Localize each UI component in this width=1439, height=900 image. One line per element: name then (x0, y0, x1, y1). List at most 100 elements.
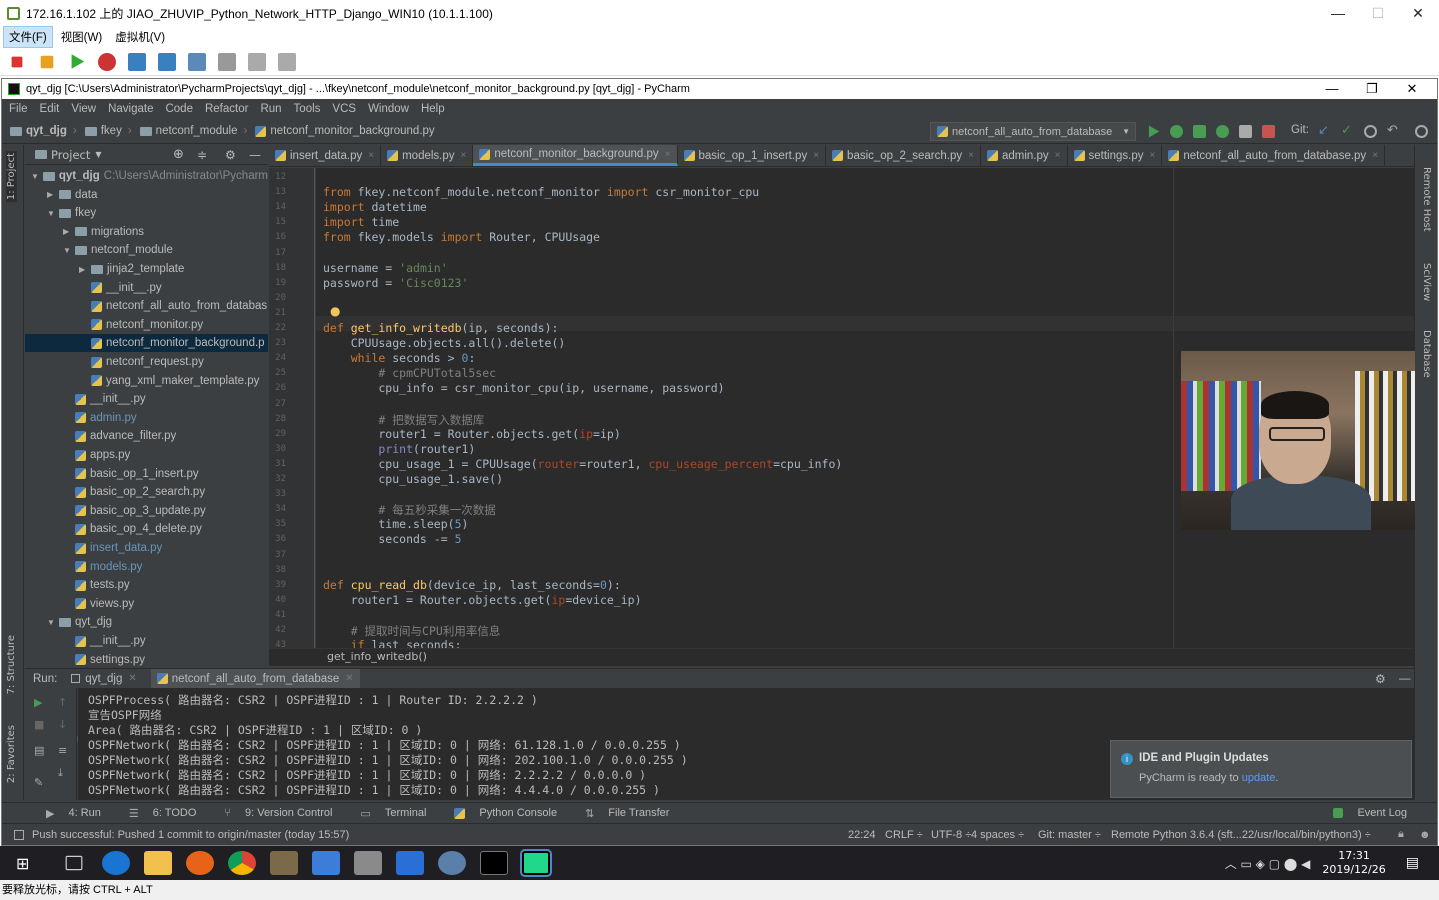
project-tool-button[interactable]: 1: Project (6, 151, 17, 203)
tree-file[interactable]: basic_op_2_search.py (25, 483, 268, 501)
firefox-icon[interactable] (186, 851, 214, 875)
menu-help[interactable]: Help (416, 103, 450, 115)
pycharm-taskbar-icon[interactable] (520, 849, 552, 877)
editor-tab[interactable]: basic_op_2_search.py × (826, 145, 981, 166)
concurrency-icon[interactable] (1239, 125, 1252, 138)
code-line[interactable]: cpu_usage_1 = CPUUsage(router=router1, c… (323, 457, 842, 471)
breadcrumb-netconf-module[interactable]: netconf_module (139, 125, 238, 137)
menu-vcs[interactable]: VCS (327, 103, 361, 115)
tree-file[interactable]: settings.py (25, 651, 268, 669)
expand-down-icon[interactable]: ▼ (47, 618, 59, 627)
run-icon[interactable] (1148, 125, 1160, 138)
favorites-tool-button[interactable]: 2: Favorites (6, 725, 17, 783)
event-log-button[interactable]: Event Log (1323, 807, 1407, 819)
stop-icon[interactable] (11, 56, 23, 67)
power-on-icon[interactable] (71, 54, 85, 69)
editor-tab[interactable]: basic_op_1_insert.py × (678, 145, 827, 166)
code-line[interactable]: import datetime (323, 200, 427, 214)
tree-file[interactable]: basic_op_3_update.py (25, 502, 268, 520)
code-line[interactable]: print(router1) (323, 442, 475, 456)
inspector-icon[interactable]: ☻︎ (1419, 829, 1431, 841)
run-tab-netconf[interactable]: netconf_all_auto_from_database ✕ (150, 669, 360, 688)
tree-file[interactable]: __init__.py (25, 279, 268, 297)
scroll-up-icon[interactable]: ↑ (58, 696, 67, 709)
vm-menu-file[interactable]: 文件(F) (3, 26, 53, 48)
expand-right-icon[interactable]: ▶ (47, 190, 59, 199)
code-breadcrumb[interactable]: get_info_writedb() (269, 648, 1414, 666)
code-line[interactable]: username = 'admin' (323, 261, 448, 275)
menu-edit[interactable]: Edit (35, 103, 65, 115)
expand-down-icon[interactable]: ▼ (63, 246, 75, 255)
tree-file[interactable]: models.py (25, 558, 268, 576)
git-update-icon[interactable]: ↙ (1318, 122, 1331, 137)
tree-folder[interactable]: ▼ fkey (25, 204, 268, 222)
collapse-icon[interactable]: ≑ (197, 148, 207, 162)
menu-view[interactable]: View (66, 103, 101, 115)
tree-file[interactable]: views.py (25, 595, 268, 613)
code-line[interactable]: CPUUsage.objects.all().delete() (323, 336, 566, 350)
app-icon-network[interactable] (312, 851, 340, 875)
tool-file-transfer[interactable]: ⇅ File Transfer (575, 807, 669, 820)
close-tab-icon[interactable]: × (1149, 150, 1155, 161)
revert-snapshot-icon[interactable] (158, 52, 176, 71)
vm-menu-vm[interactable]: 虚拟机(V) (110, 27, 170, 47)
close-icon[interactable]: ✕ (1398, 0, 1438, 26)
menu-refactor[interactable]: Refactor (200, 103, 253, 115)
hide-icon[interactable]: — (249, 148, 261, 162)
console-icon[interactable] (218, 52, 236, 71)
tree-file[interactable]: netconf_request.py (25, 353, 268, 371)
editor-tab[interactable]: settings.py × (1068, 145, 1163, 166)
chrome-icon[interactable] (228, 851, 256, 875)
tree-file[interactable]: yang_xml_maker_template.py (25, 372, 268, 390)
app-icon-azure[interactable] (396, 851, 424, 875)
tool-version-control[interactable]: ⑂ 9: Version Control (214, 807, 332, 819)
reset-icon[interactable] (98, 52, 116, 71)
task-view-icon[interactable] (65, 855, 83, 871)
remote-host-tool-button[interactable]: Remote Host (1421, 167, 1432, 232)
close-tab-icon[interactable]: × (461, 150, 467, 161)
tree-file[interactable]: tests.py (25, 576, 268, 594)
code-line[interactable]: router1 = Router.objects.get(ip=device_i… (323, 593, 642, 607)
lightbulb-icon[interactable]: ● (330, 304, 340, 318)
code-line[interactable]: while seconds > 0: (323, 351, 476, 365)
tool-run[interactable]: ▶ 4: Run (36, 807, 101, 820)
tools-icon[interactable] (278, 52, 296, 71)
close-tab-icon[interactable]: ✕ (345, 673, 353, 684)
menu-tools[interactable]: Tools (289, 103, 326, 115)
editor-tab[interactable]: insert_data.py × (269, 145, 382, 166)
tree-file[interactable]: netconf_all_auto_from_databas (25, 297, 268, 315)
run-gear-icon[interactable]: ⚙ (1375, 672, 1386, 686)
python-interpreter[interactable]: Remote Python 3.6.4 (sft...22/usr/local/… (1111, 829, 1371, 841)
rollback-icon[interactable]: ↶ (1387, 122, 1400, 137)
close-tab-icon[interactable]: × (1372, 150, 1378, 161)
pycharm-minimize-icon[interactable]: — (1312, 79, 1352, 99)
chevron-down-icon[interactable]: ▼ (95, 150, 101, 159)
code-line[interactable]: # 把数据写入数据库 (323, 412, 484, 428)
expand-right-icon[interactable]: ▶ (79, 265, 91, 274)
tree-folder[interactable]: ▼ qyt_djg (25, 613, 268, 631)
tree-file[interactable]: __init__.py (25, 632, 268, 650)
expand-down-icon[interactable]: ▼ (31, 172, 43, 181)
menu-code[interactable]: Code (160, 103, 198, 115)
snapshot-icon[interactable] (128, 52, 146, 71)
menu-run[interactable]: Run (255, 103, 286, 115)
tree-file[interactable]: admin.py (25, 409, 268, 427)
code-line[interactable]: from fkey.netconf_module.netconf_monitor… (323, 185, 759, 199)
settings-icon[interactable] (248, 52, 266, 71)
search-icon[interactable] (1415, 125, 1428, 138)
tree-folder[interactable]: ▶ migrations (25, 223, 268, 241)
tool-python-console[interactable]: Python Console (444, 807, 557, 819)
run-tab-qyt-djg[interactable]: qyt_djg ✕ (71, 673, 137, 685)
database-tool-button[interactable]: Database (1421, 330, 1432, 378)
debug-icon[interactable] (1170, 125, 1183, 138)
tree-file[interactable]: basic_op_1_insert.py (25, 465, 268, 483)
tray-icons[interactable]: ︿ ▭ ◈ ▢ ⬤ ◀︎ (1225, 855, 1311, 872)
caret-position[interactable]: 22:24 (848, 829, 876, 841)
breadcrumb-file[interactable]: netconf_monitor_background.py (255, 125, 435, 137)
pin-icon[interactable]: ✎ (34, 776, 43, 789)
windows-start-icon[interactable]: ⊞ (16, 854, 38, 873)
minimize-icon[interactable]: — (1318, 0, 1358, 26)
run-hide-icon[interactable]: — (1399, 673, 1411, 685)
breadcrumb-fkey[interactable]: fkey (84, 125, 122, 137)
tree-folder[interactable]: ▶ jinja2_template (25, 260, 268, 278)
